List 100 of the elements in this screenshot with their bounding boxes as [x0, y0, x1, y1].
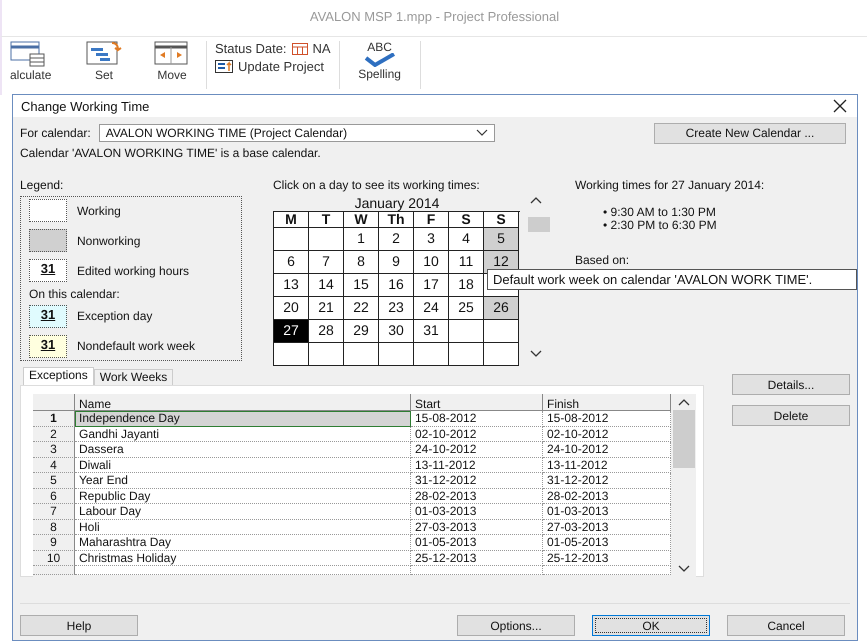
table-row[interactable]: 2 Gandhi Jayanti 02-10-2012 02-10-2012	[33, 426, 671, 442]
table-cell: 27-03-2013	[411, 520, 543, 535]
calendar-icon	[292, 42, 308, 54]
side-button[interactable]: Details...	[732, 374, 850, 395]
scroll-thumb[interactable]	[528, 216, 550, 232]
calendar-hint: Click on a day to see its working times:	[273, 178, 481, 194]
weekday-header: F	[414, 212, 449, 228]
table-cell: 27-03-2013	[543, 520, 671, 535]
table-row[interactable]: 1 Independence Day 15-08-2012 15-08-2012	[33, 411, 671, 426]
weekday-header: Th	[379, 212, 414, 228]
day-cell[interactable]: 18	[449, 274, 484, 297]
table-icon	[10, 41, 46, 67]
check-icon	[362, 53, 397, 67]
table-cell: Independence Day	[75, 411, 411, 426]
calendar-dropdown[interactable]: AVALON WORKING TIME (Project Calendar)	[98, 124, 495, 142]
table-row[interactable]: 5 Year End 31-12-2012 31-12-2012	[33, 473, 671, 488]
side-button[interactable]: Delete	[732, 405, 850, 426]
dialog-button[interactable]: OK	[592, 615, 710, 636]
update-project-button[interactable]: Update Project	[215, 59, 331, 74]
move-table-icon	[154, 41, 190, 67]
close-icon[interactable]	[833, 99, 847, 113]
table-cell: Year End	[75, 473, 411, 488]
day-cell[interactable]: 13	[274, 274, 309, 297]
status-date-value[interactable]: NA	[312, 41, 331, 56]
table-cell: 28-02-2013	[543, 488, 671, 504]
chevron-up-icon[interactable]	[530, 196, 542, 204]
legend-title: Legend:	[20, 178, 64, 194]
day-cell[interactable]: 24	[414, 297, 449, 320]
day-cell[interactable]: 16	[379, 274, 414, 297]
day-cell[interactable]: 2	[379, 228, 414, 251]
scroll-thumb[interactable]	[672, 410, 694, 468]
day-cell[interactable]: 3	[414, 228, 449, 251]
table-cell: 13-11-2012	[543, 458, 671, 473]
day-cell[interactable]: 22	[344, 297, 379, 320]
day-cell[interactable]: 15	[344, 274, 379, 297]
day-cell[interactable]: 1	[344, 228, 379, 251]
day-cell[interactable]: 26	[484, 297, 519, 320]
ribbon-button[interactable]: alculate	[2, 41, 70, 82]
row-number: 7	[33, 504, 75, 520]
base-calendar-note: Calendar 'AVALON WORKING TIME' is a base calendar.	[20, 146, 322, 160]
legend-heading: On this calendar:	[29, 286, 121, 301]
day-cell[interactable]: 14	[309, 274, 344, 297]
tab[interactable]: Work Weeks	[94, 369, 174, 385]
table-cell: 28-02-2013	[411, 488, 543, 504]
table-cell: 25-12-2013	[543, 550, 671, 566]
working-time: • 9:30 AM to 1:30 PM	[603, 206, 717, 219]
chevron-down-icon[interactable]	[530, 350, 542, 358]
day-cell[interactable]: 31	[414, 320, 449, 343]
dialog-button[interactable]: Cancel	[727, 615, 845, 636]
table-row[interactable]: 7 Labour Day 01-03-2013 01-03-2013	[33, 504, 671, 520]
day-cell[interactable]: 7	[309, 251, 344, 274]
legend-label: Nondefault work week	[77, 339, 196, 354]
dialog-button[interactable]: Options...	[457, 615, 575, 636]
table-row[interactable]: 10 Christmas Holiday 25-12-2013 25-12-2013	[33, 550, 671, 566]
day-cell[interactable]: 17	[414, 274, 449, 297]
chevron-up-icon[interactable]	[678, 398, 690, 406]
day-cell[interactable]: 30	[379, 320, 414, 343]
task-bars-icon	[86, 41, 122, 67]
working-times-title: Working times for 27 January 2014:	[575, 178, 766, 194]
day-cell[interactable]: 11	[449, 251, 484, 274]
create-calendar-button[interactable]: Create New Calendar ...	[654, 122, 846, 144]
day-cell[interactable]: 27	[274, 320, 309, 343]
help-button[interactable]: Help	[20, 615, 138, 636]
day-cell[interactable]: 10	[414, 251, 449, 274]
day-cell[interactable]: 4	[449, 228, 484, 251]
column-header[interactable]: Name	[75, 394, 411, 411]
table-row[interactable]: 6 Republic Day 28-02-2013 28-02-2013	[33, 488, 671, 504]
row-number: 4	[33, 458, 75, 473]
day-cell[interactable]: 20	[274, 297, 309, 320]
day-cell[interactable]: 28	[309, 320, 344, 343]
day-cell[interactable]: 8	[344, 251, 379, 274]
status-date-label: Status Date:	[215, 41, 287, 56]
ribbon-button[interactable]: Move	[138, 41, 206, 82]
column-header[interactable]: Start	[411, 394, 543, 411]
day-cell[interactable]: 23	[379, 297, 414, 320]
legend-label: Exception day	[77, 309, 152, 324]
chevron-down-icon[interactable]	[678, 565, 690, 573]
spelling-button[interactable]: ABC Spelling	[338, 41, 421, 89]
table-row[interactable]: 9 Maharashtra Day 01-05-2013 01-05-2013	[33, 535, 671, 550]
day-cell[interactable]: 25	[449, 297, 484, 320]
day-cell[interactable]: 5	[484, 228, 519, 251]
table-row[interactable]: 8 Holi 27-03-2013 27-03-2013	[33, 520, 671, 535]
day-cell[interactable]: 29	[344, 320, 379, 343]
weekday-header: S	[449, 212, 484, 228]
row-number: 8	[33, 520, 75, 535]
tab[interactable]: Exceptions	[23, 367, 94, 385]
day-cell[interactable]: 21	[309, 297, 344, 320]
table-cell: 01-05-2013	[411, 535, 543, 550]
day-cell[interactable]: 9	[379, 251, 414, 274]
table-cell: 15-08-2012	[543, 411, 671, 426]
table-cell: 01-03-2013	[543, 504, 671, 520]
day-cell[interactable]: 6	[274, 251, 309, 274]
column-header[interactable]: Finish	[543, 394, 671, 411]
corner-header[interactable]	[33, 394, 75, 411]
table-row[interactable]: 3 Dassera 24-10-2012 24-10-2012	[33, 442, 671, 458]
row-number: 10	[33, 550, 75, 566]
table-row[interactable]: 4 Diwali 13-11-2012 13-11-2012	[33, 458, 671, 473]
ribbon-button[interactable]: Set	[70, 41, 138, 82]
dialog-title: Change Working Time	[21, 98, 150, 114]
table-cell: Christmas Holiday	[75, 550, 411, 566]
